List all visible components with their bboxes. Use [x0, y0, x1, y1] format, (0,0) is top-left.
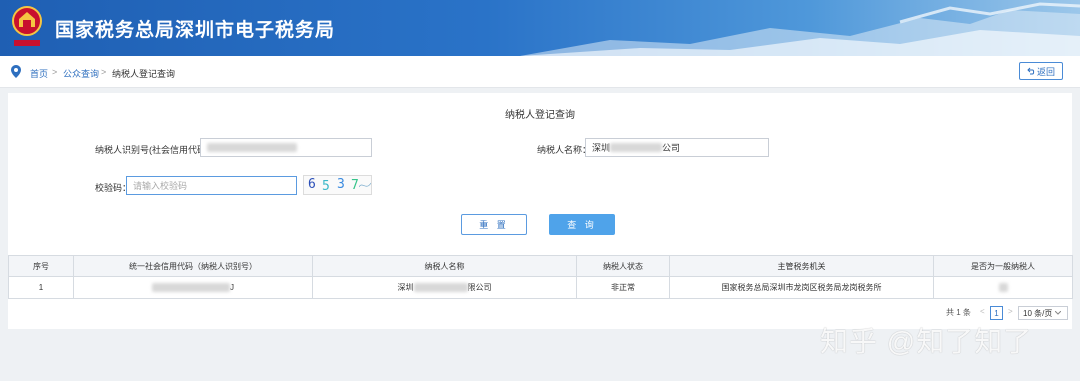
redacted-text	[413, 283, 468, 293]
redacted-text	[152, 283, 230, 293]
captcha-input[interactable]: 请输入校验码	[126, 176, 297, 195]
captcha-image[interactable]: 6 5 3 7	[303, 175, 372, 195]
page-size-value: 10 条/页	[1023, 308, 1053, 318]
query-button[interactable]: 查 询	[549, 214, 615, 235]
breadcrumb-home[interactable]: 首页	[30, 67, 48, 80]
back-button-label: 返回	[1036, 66, 1055, 77]
next-page-icon[interactable]: >	[1008, 307, 1013, 316]
taxpayer-name-suffix: 公司	[662, 143, 681, 153]
column-header: 纳税人名称	[312, 255, 577, 277]
column-header: 是否为一般纳税人	[933, 255, 1073, 277]
redacted-text	[207, 143, 297, 152]
table-row[interactable]: 1 J 深圳 限公司 非正常 国家税务总局深圳市龙岗区税务局龙岗税务所	[8, 276, 1073, 299]
cell-status: 非正常	[576, 276, 670, 299]
table-header-row: 序号 统一社会信用代码（纳税人识别号） 纳税人名称 纳税人状态 主管税务机关 是…	[8, 255, 1073, 277]
captcha-char: 5	[322, 179, 330, 194]
reset-button[interactable]: 重 置	[461, 214, 527, 235]
column-header: 统一社会信用代码（纳税人识别号）	[73, 255, 313, 277]
captcha-placeholder: 请输入校验码	[133, 181, 188, 191]
pagination-total: 共 1 条	[946, 308, 971, 317]
return-arrow-icon	[1027, 67, 1035, 75]
prev-page-icon[interactable]: <	[980, 307, 985, 316]
mountain-background	[520, 2, 1080, 56]
taxpayer-name-prefix: 深圳	[397, 283, 414, 292]
page-number-button[interactable]: 1	[990, 306, 1003, 320]
redacted-text	[998, 283, 1008, 293]
taxpayer-name-suffix: 限公司	[467, 283, 492, 292]
site-title: 国家税务总局深圳市电子税务局	[55, 20, 336, 41]
taxpayer-name-label: 纳税人名称：	[537, 145, 592, 155]
taxpayer-name-prefix: 深圳	[592, 143, 611, 153]
tax-emblem-icon	[12, 6, 42, 46]
captcha-char: 6	[308, 177, 316, 192]
cell-authority: 国家税务总局深圳市龙岗区税务局龙岗税务所	[669, 276, 934, 299]
cell-general-taxpayer	[933, 276, 1073, 299]
column-header: 主管税务机关	[669, 255, 934, 277]
breadcrumb-separator: >	[52, 67, 58, 77]
breadcrumb: 首页 > 公众查询 > 纳税人登记查询	[0, 56, 1080, 88]
captcha-char: 7	[351, 178, 359, 193]
taxpayer-name-input[interactable]: 深圳 公司	[585, 138, 769, 157]
watermark: 知乎 @知了知了	[820, 326, 1033, 357]
breadcrumb-current: 纳税人登记查询	[112, 69, 176, 79]
column-header: 序号	[8, 255, 74, 277]
breadcrumb-public-query[interactable]: 公众查询	[63, 67, 99, 80]
cell-taxpayer-name: 深圳 限公司	[312, 276, 577, 299]
site-header: 国家税务总局深圳市电子税务局	[0, 0, 1080, 56]
cell-index: 1	[8, 276, 74, 299]
result-table: 序号 统一社会信用代码（纳税人识别号） 纳税人名称 纳税人状态 主管税务机关 是…	[8, 255, 1073, 299]
panel-title: 纳税人登记查询	[505, 110, 575, 121]
back-button[interactable]: 返回	[1019, 62, 1063, 80]
redacted-text	[610, 143, 663, 152]
taxpayer-id-input[interactable]	[200, 138, 372, 157]
cell-credit-code: J	[73, 276, 313, 299]
credit-code-suffix: J	[230, 282, 234, 292]
chevron-down-icon	[1055, 311, 1062, 315]
captcha-char: 3	[337, 177, 345, 192]
breadcrumb-separator: >	[101, 67, 107, 77]
column-header: 纳税人状态	[576, 255, 670, 277]
captcha-noise	[359, 182, 371, 188]
location-pin-icon	[11, 65, 21, 78]
page-size-select[interactable]: 10 条/页	[1018, 306, 1068, 320]
